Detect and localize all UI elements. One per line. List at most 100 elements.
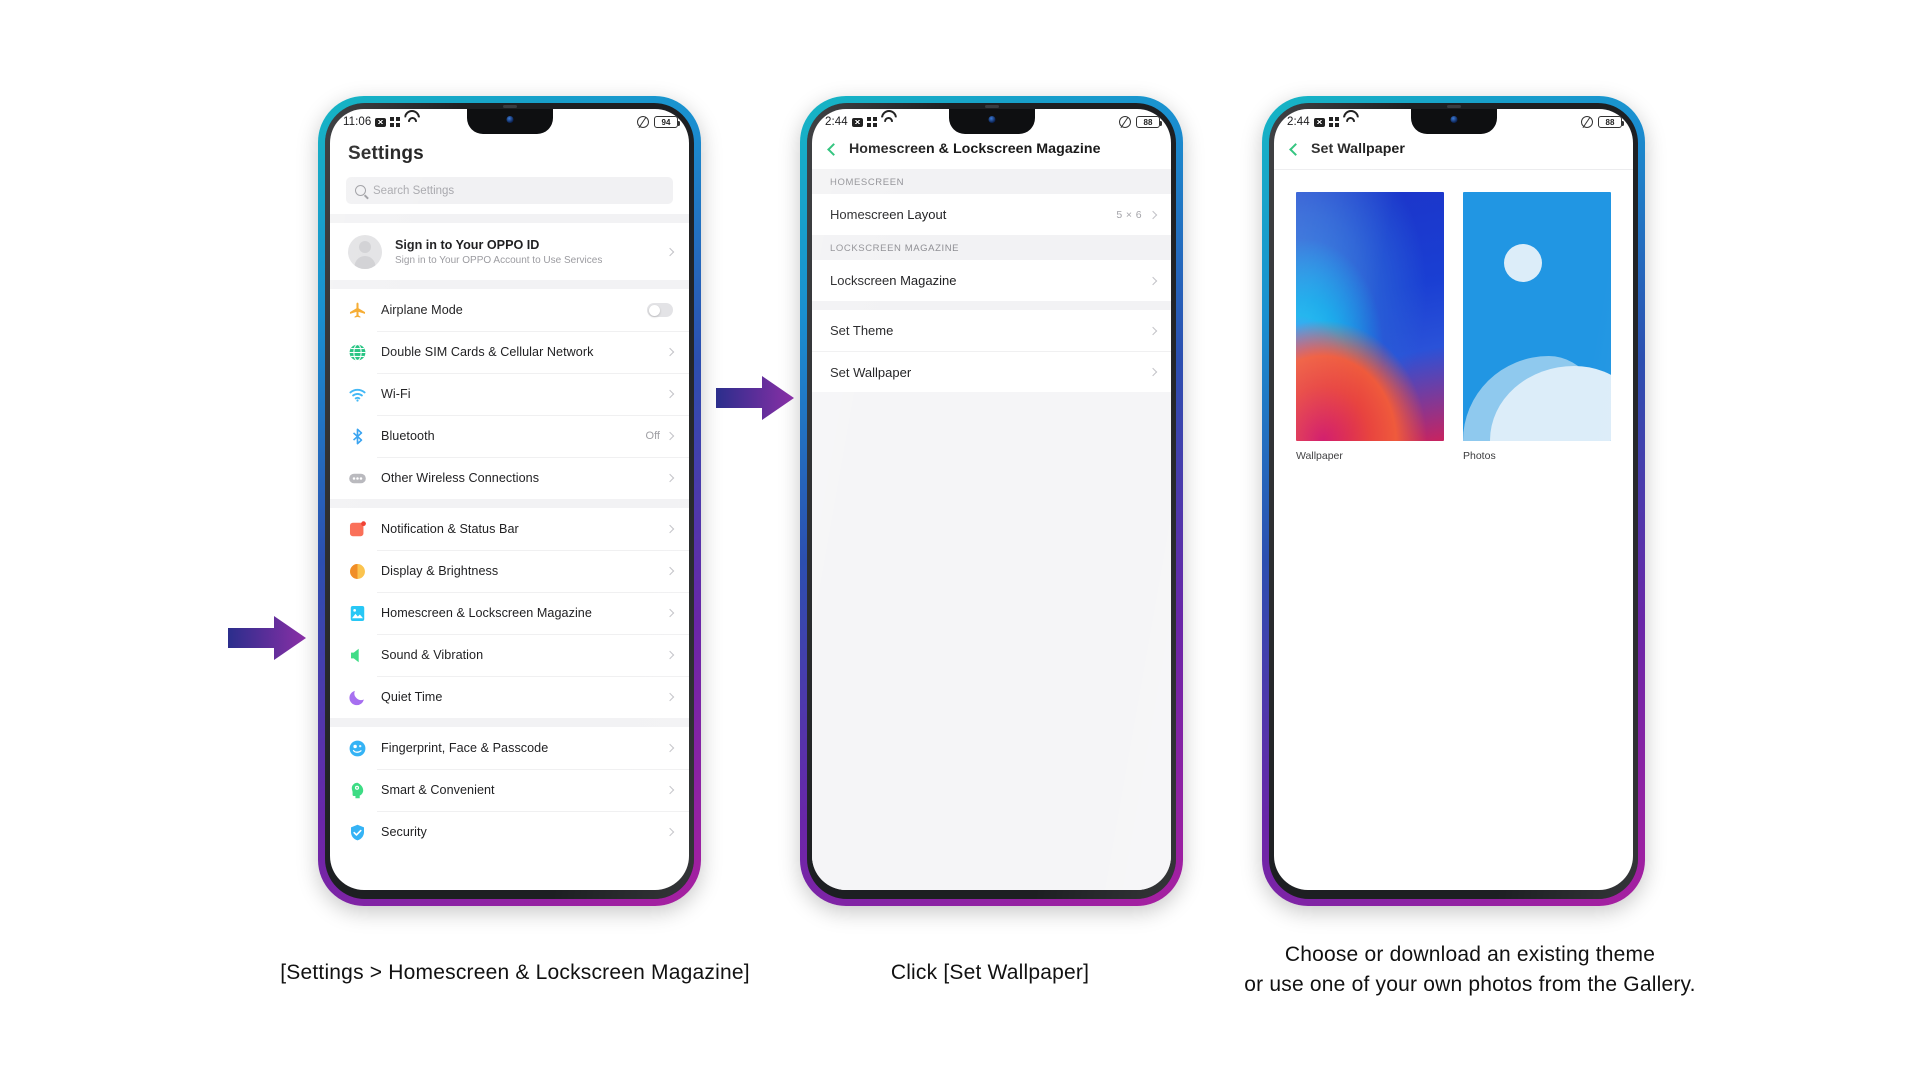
search-input[interactable]: Search Settings — [346, 177, 673, 204]
chevron-right-icon — [1148, 367, 1158, 377]
settings-row[interactable]: Security — [330, 811, 689, 853]
settings-row[interactable]: Fingerprint, Face & Passcode — [330, 727, 689, 769]
settings-row[interactable]: Quiet Time — [330, 676, 689, 718]
divider — [330, 214, 689, 223]
settings-row[interactable]: Double SIM Cards & Cellular Network — [330, 331, 689, 373]
menu-row-value: 5 × 6 — [1116, 208, 1142, 221]
brightness-icon — [348, 562, 367, 581]
settings-row-label: Sound & Vibration — [381, 648, 484, 662]
phone-bezel: 2:44 88 Homescreen & Lockscreen Magazine… — [807, 103, 1176, 899]
status-bar: 11:06 94 — [330, 109, 689, 135]
wifi-icon — [348, 385, 367, 404]
menu-row[interactable]: Homescreen Layout 5 × 6 — [812, 194, 1171, 235]
nav-bar: Set Wallpaper — [1274, 135, 1633, 170]
settings-row[interactable]: Homescreen & Lockscreen Magazine — [330, 592, 689, 634]
caption-step-3-line1: Choose or download an existing theme — [1284, 943, 1656, 966]
settings-row-label: Airplane Mode — [381, 303, 463, 317]
phone-settings-frame: 11:06 94 Settings Search Settings Sign i… — [318, 96, 701, 906]
settings-row[interactable]: Bluetooth Off — [330, 415, 689, 457]
status-time: 2:44 — [825, 116, 848, 128]
phone-screen: 2:44 88 Set Wallpaper Wallpaper Photos — [1274, 109, 1633, 890]
phone-bezel: 11:06 94 Settings Search Settings Sign i… — [325, 103, 694, 899]
status-bar: 2:44 88 — [812, 109, 1171, 135]
back-icon[interactable] — [1289, 142, 1302, 156]
chevron-right-icon — [665, 743, 675, 753]
menu-row[interactable]: Set Theme — [812, 310, 1171, 351]
settings-row[interactable]: Sound & Vibration — [330, 634, 689, 676]
chevron-right-icon — [665, 524, 675, 534]
chevron-right-icon — [1148, 326, 1158, 335]
slide-canvas: 11:06 94 Settings Search Settings Sign i… — [0, 0, 1920, 1080]
search-placeholder: Search Settings — [373, 184, 455, 197]
caption-step-1-text: [Settings > Homescreen & Lockscreen Maga… — [280, 961, 750, 984]
menu-row-label: Homescreen Layout — [830, 207, 947, 222]
smart-head-icon — [348, 781, 367, 800]
settings-row[interactable]: Display & Brightness — [330, 550, 689, 592]
homescreen-lockscreen-list: HOMESCREEN Homescreen Layout 5 × 6 LOCKSCRE… — [812, 169, 1171, 890]
globe-icon — [348, 343, 367, 362]
caption-step-2-text: Click [Set Wallpaper] — [890, 961, 1090, 984]
fingerprint-face-icon — [348, 739, 367, 758]
wallpaper-thumbnail — [1296, 192, 1444, 441]
settings-row[interactable]: Wi-Fi — [330, 373, 689, 415]
settings-row[interactable]: Airplane Mode — [330, 289, 689, 331]
settings-row-label: Fingerprint, Face & Passcode — [381, 741, 549, 755]
sms-icon — [851, 117, 863, 127]
chevron-right-icon — [665, 566, 675, 576]
divider — [330, 499, 689, 508]
moon-icon — [348, 688, 367, 707]
sms-icon — [1313, 117, 1325, 127]
settings-row-label: Display & Brightness — [381, 564, 499, 578]
settings-row-label: Smart & Convenient — [381, 783, 495, 797]
search-container: Search Settings — [330, 177, 689, 214]
chevron-right-icon — [665, 692, 675, 702]
airplane-icon — [348, 301, 367, 320]
photos-tile-label: Photos — [1463, 450, 1496, 462]
phone-set-wallpaper-frame: 2:44 88 Set Wallpaper Wallpaper Photos — [1262, 96, 1645, 906]
wallpaper-tile-label: Wallpaper — [1296, 450, 1343, 462]
chevron-right-icon — [665, 431, 675, 441]
avatar — [348, 234, 382, 269]
wifi-icon — [1343, 117, 1355, 127]
qr-icon — [1328, 117, 1339, 127]
menu-row-label: Set Wallpaper — [830, 364, 912, 380]
phone-homescreen-lockscreen-frame: 2:44 88 Homescreen & Lockscreen Magazine… — [800, 96, 1183, 906]
settings-group-security: Fingerprint, Face & Passcode Smart & Conv… — [330, 727, 689, 853]
settings-row[interactable]: Smart & Convenient — [330, 769, 689, 811]
silent-mode-icon — [637, 116, 649, 128]
menu-row[interactable]: Lockscreen Magazine — [812, 260, 1171, 301]
chevron-right-icon — [1148, 210, 1158, 219]
chevron-right-icon — [665, 827, 675, 837]
caption-step-1: [Settings > Homescreen & Lockscreen Maga… — [150, 958, 880, 988]
phone-screen: 11:06 94 Settings Search Settings Sign i… — [330, 109, 689, 890]
oppo-account-row[interactable]: Sign in to Your OPPO ID Sign in to Your … — [330, 223, 689, 280]
nav-bar: Homescreen & Lockscreen Magazine — [812, 135, 1171, 169]
settings-row[interactable]: Other Wireless Connections — [330, 457, 689, 499]
divider — [330, 280, 689, 289]
battery-icon: 94 — [654, 116, 680, 128]
phone-screen: 2:44 88 Homescreen & Lockscreen Magazine… — [812, 109, 1171, 890]
settings-row-label: Security — [381, 825, 427, 839]
settings-row-label: Other Wireless Connections — [381, 471, 540, 485]
section-rows: Homescreen Layout 5 × 6 — [812, 194, 1171, 235]
airplane-mode-toggle[interactable] — [647, 303, 673, 317]
wifi-icon — [881, 117, 893, 127]
menu-row[interactable]: Set Wallpaper — [812, 351, 1171, 392]
chevron-right-icon — [665, 473, 675, 483]
status-bar: 2:44 88 — [1274, 109, 1633, 135]
divider — [812, 301, 1171, 310]
battery-icon: 88 — [1136, 116, 1162, 128]
chevron-right-icon — [665, 389, 675, 399]
back-icon[interactable] — [827, 142, 840, 156]
settings-row-label: Double SIM Cards & Cellular Network — [381, 345, 594, 359]
caption-step-2: Click [Set Wallpaper] — [780, 958, 1200, 988]
page-title: Settings — [348, 143, 424, 164]
battery-icon: 88 — [1598, 116, 1624, 128]
settings-row[interactable]: Notification & Status Bar — [330, 508, 689, 550]
caption-step-3: Choose or download an existing theme or … — [1180, 940, 1760, 1001]
dots-icon — [348, 469, 367, 488]
account-subtitle: Sign in to Your OPPO Account to Use Serv… — [395, 254, 603, 266]
wallpaper-tile-wallpaper[interactable]: Wallpaper — [1296, 192, 1444, 462]
notification-icon — [348, 520, 367, 539]
wallpaper-tile-photos[interactable]: Photos — [1463, 192, 1611, 462]
